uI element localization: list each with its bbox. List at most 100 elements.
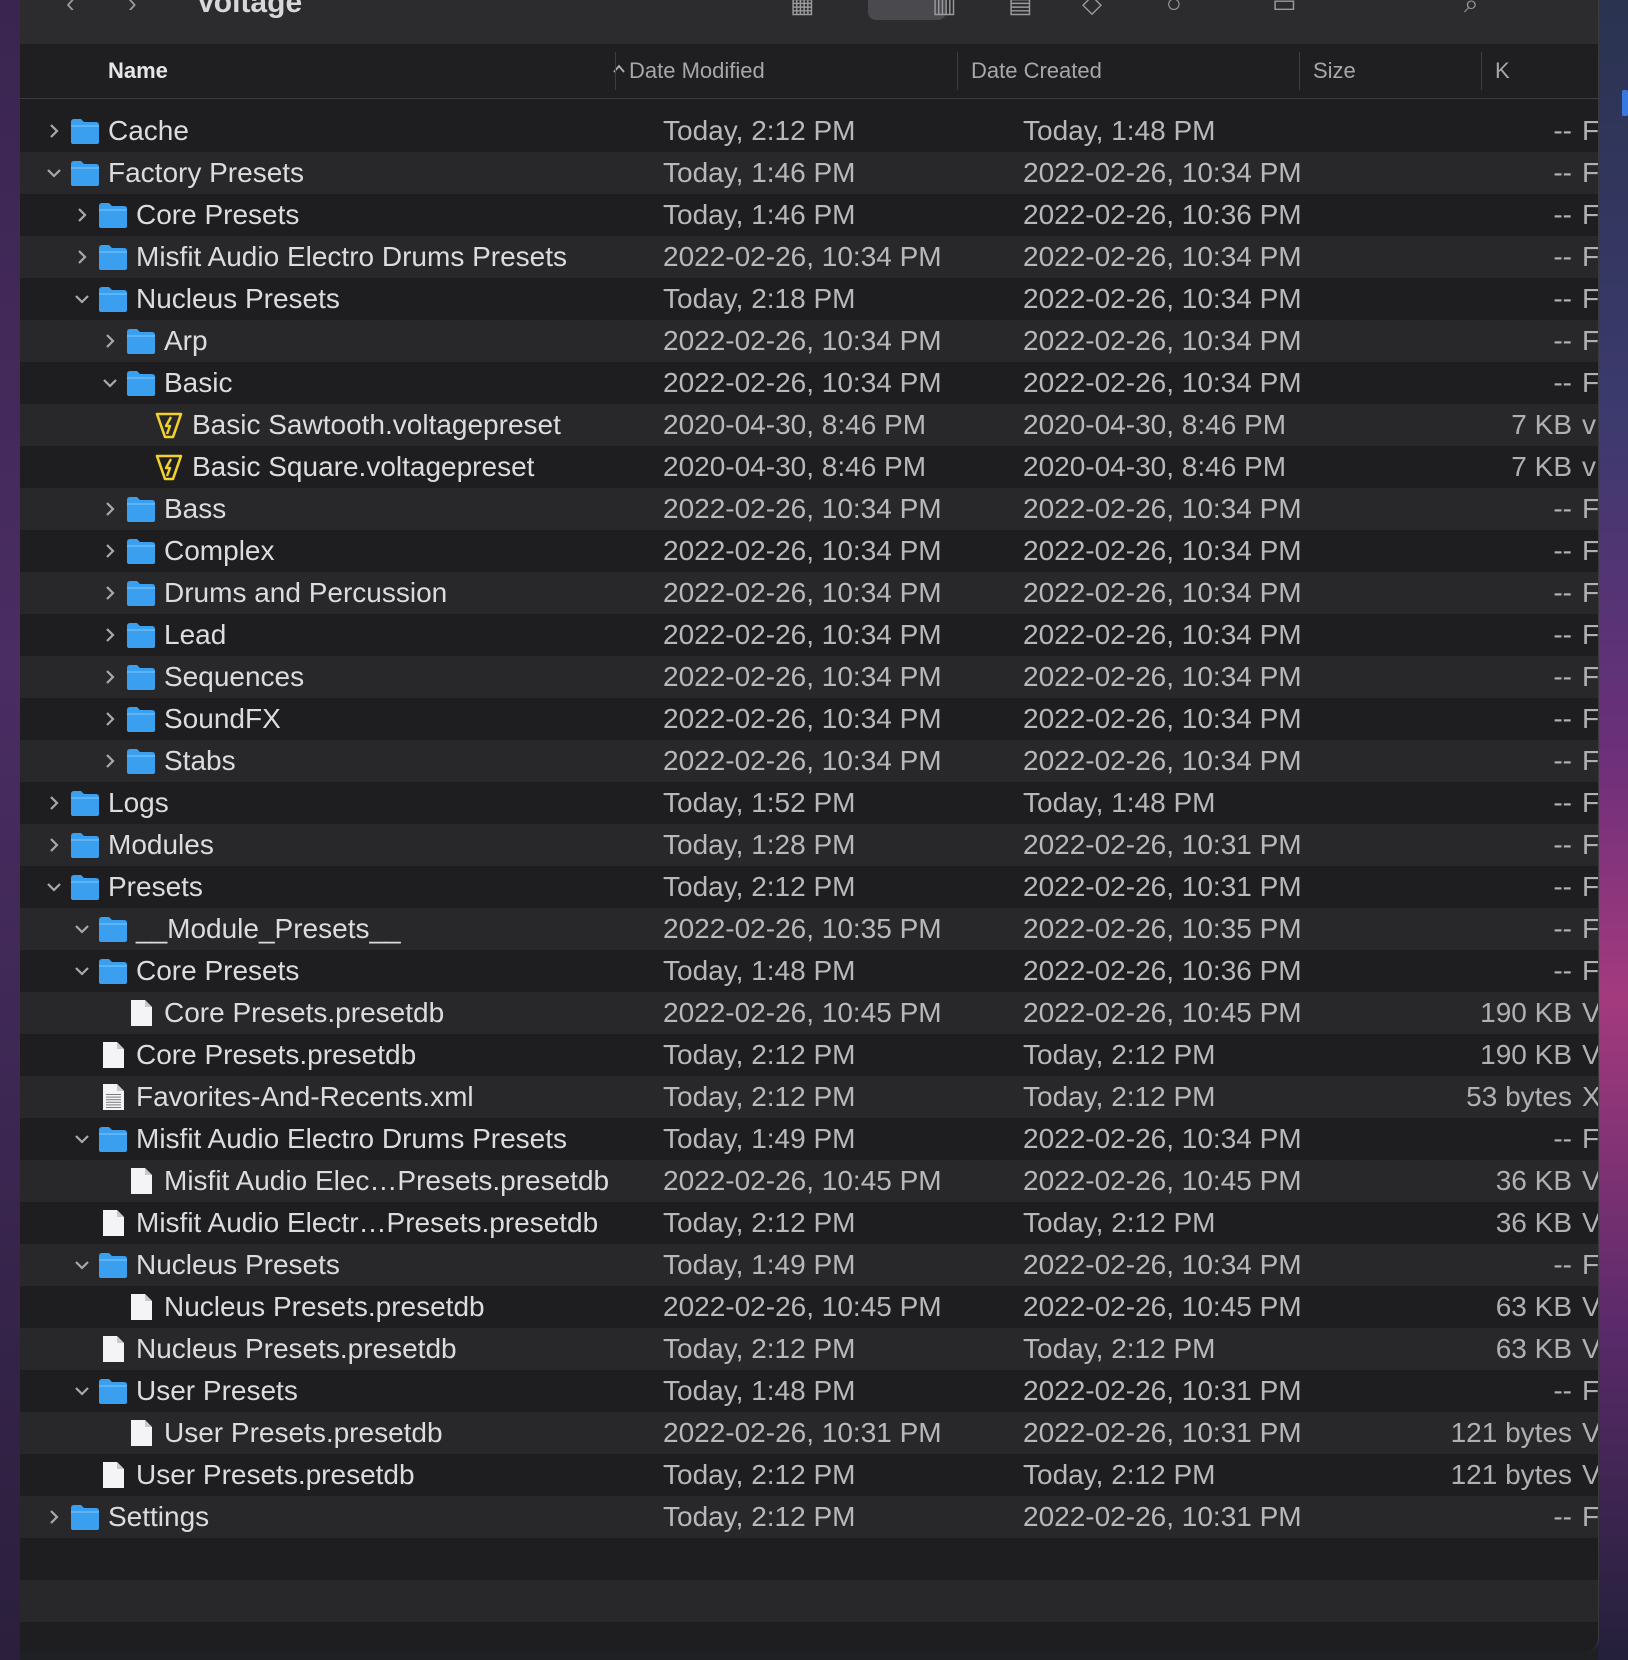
item-kind: F — [1582, 661, 1598, 692]
list-item[interactable]: Misfit Audio Elec…Presets.presetdb 2022-0… — [20, 1160, 1598, 1202]
date-modified: Today, 2:18 PM — [663, 283, 856, 314]
item-kind: F — [1582, 1501, 1598, 1532]
share-icon[interactable]: ○ — [1166, 0, 1182, 19]
column-header-size[interactable]: Size — [1313, 44, 1356, 98]
list-item[interactable]: Complex 2022-02-26, 10:34 PM 2022-02-26, 1… — [20, 530, 1598, 572]
item-kind: V — [1582, 1328, 1598, 1370]
list-item[interactable]: Nucleus Presets.presetdb 2022-02-26, 10:4… — [20, 1286, 1598, 1328]
chevron-right-icon[interactable] — [74, 206, 90, 224]
list-item[interactable]: Stabs 2022-02-26, 10:34 PM 2022-02-26, 10:… — [20, 740, 1598, 782]
chevron-down-icon[interactable] — [74, 290, 90, 308]
column-view-icon[interactable]: ▥ — [932, 0, 957, 19]
item-kind: V — [1582, 1412, 1598, 1454]
chevron-down-icon[interactable] — [74, 1382, 90, 1400]
list-item[interactable]: Misfit Audio Electr…Presets.presetdb Toda… — [20, 1202, 1598, 1244]
chevron-right-icon[interactable] — [46, 836, 62, 854]
folder-icon — [71, 161, 99, 186]
column-header-date-created[interactable]: Date Created — [971, 44, 1102, 98]
list-item[interactable]: Factory Presets Today, 1:46 PM 2022-02-26,… — [20, 152, 1598, 194]
list-item[interactable]: Logs Today, 1:52 PM Today, 1:48 PM -- F — [20, 782, 1598, 824]
list-item[interactable]: Drums and Percussion 2022-02-26, 10:34 PM… — [20, 572, 1598, 614]
list-item[interactable]: User Presets.presetdb Today, 2:12 PM Today… — [20, 1454, 1598, 1496]
column-divider[interactable] — [1481, 52, 1482, 90]
chevron-down-icon[interactable] — [74, 962, 90, 980]
gallery-view-icon[interactable]: ▤ — [1008, 0, 1033, 19]
item-kind: V — [1582, 1034, 1598, 1076]
date-modified: 2022-02-26, 10:45 PM — [663, 1291, 942, 1322]
list-item[interactable]: Core Presets Today, 1:48 PM 2022-02-26, 10… — [20, 950, 1598, 992]
date-created: 2022-02-26, 10:31 PM — [1023, 1375, 1302, 1406]
chevron-down-icon[interactable] — [74, 920, 90, 938]
list-item[interactable]: Core Presets.presetdb 2022-02-26, 10:45 P… — [20, 992, 1598, 1034]
chevron-right-icon[interactable] — [74, 248, 90, 266]
action-menu-icon[interactable]: ▭ — [1272, 0, 1297, 19]
item-size: -- — [1553, 871, 1572, 902]
list-item[interactable]: Misfit Audio Electro Drums Presets Today,… — [20, 1118, 1598, 1160]
item-size: -- — [1553, 1123, 1572, 1154]
list-item[interactable]: Nucleus Presets Today, 1:49 PM 2022-02-26,… — [20, 1244, 1598, 1286]
date-created: 2022-02-26, 10:31 PM — [1023, 1417, 1302, 1448]
column-divider[interactable] — [1299, 52, 1300, 90]
chevron-down-icon[interactable] — [46, 878, 62, 896]
list-item[interactable]: User Presets.presetdb 2022-02-26, 10:31 P… — [20, 1412, 1598, 1454]
item-name: User Presets — [136, 1375, 298, 1406]
desktop-background-right — [1598, 0, 1628, 1660]
tag-icon[interactable]: ◇ — [1082, 0, 1102, 19]
chevron-right-icon[interactable] — [46, 794, 62, 812]
column-header-name[interactable]: Name — [108, 44, 168, 98]
list-item[interactable]: Bass 2022-02-26, 10:34 PM 2022-02-26, 10:3… — [20, 488, 1598, 530]
column-header-kind[interactable]: K — [1495, 44, 1510, 98]
chevron-right-icon[interactable] — [102, 584, 118, 602]
chevron-down-icon[interactable] — [74, 1256, 90, 1274]
forward-button[interactable]: › — [128, 0, 137, 19]
chevron-right-icon[interactable] — [102, 752, 118, 770]
back-button[interactable]: ‹ — [66, 0, 75, 19]
chevron-right-icon[interactable] — [46, 122, 62, 140]
item-kind: X — [1582, 1076, 1598, 1118]
list-item[interactable]: Sequences 2022-02-26, 10:34 PM 2022-02-26,… — [20, 656, 1598, 698]
list-item[interactable]: Arp 2022-02-26, 10:34 PM 2022-02-26, 10:34… — [20, 320, 1598, 362]
column-divider[interactable] — [615, 52, 616, 90]
chevron-right-icon[interactable] — [102, 332, 118, 350]
list-item[interactable]: Favorites-And-Recents.xml Today, 2:12 PM T… — [20, 1076, 1598, 1118]
list-item[interactable]: Modules Today, 1:28 PM 2022-02-26, 10:31 P… — [20, 824, 1598, 866]
list-item[interactable]: Misfit Audio Electro Drums Presets 2022-0… — [20, 236, 1598, 278]
icon-view-icon[interactable]: ▦ — [790, 0, 815, 19]
column-divider[interactable] — [957, 52, 958, 90]
list-item[interactable]: Cache Today, 2:12 PM Today, 1:48 PM -- F — [20, 110, 1598, 152]
chevron-right-icon[interactable] — [102, 668, 118, 686]
search-icon[interactable]: ⌕ — [1464, 0, 1479, 20]
list-item[interactable]: Basic Square.voltagepreset 2020-04-30, 8:… — [20, 446, 1598, 488]
chevron-right-icon[interactable] — [102, 542, 118, 560]
list-item[interactable]: User Presets Today, 1:48 PM 2022-02-26, 10… — [20, 1370, 1598, 1412]
item-name: Sequences — [164, 661, 305, 692]
list-item[interactable]: Settings Today, 2:12 PM 2022-02-26, 10:31 … — [20, 1496, 1598, 1538]
chevron-right-icon[interactable] — [46, 1508, 62, 1526]
folder-icon — [127, 581, 155, 606]
list-item[interactable]: Basic 2022-02-26, 10:34 PM 2022-02-26, 10:… — [20, 362, 1598, 404]
list-item[interactable]: SoundFX 2022-02-26, 10:34 PM 2022-02-26, 1… — [20, 698, 1598, 740]
list-item[interactable]: Lead 2022-02-26, 10:34 PM 2022-02-26, 10:3… — [20, 614, 1598, 656]
chevron-right-icon[interactable] — [102, 710, 118, 728]
date-created: Today, 1:48 PM — [1023, 115, 1216, 146]
date-modified: Today, 2:12 PM — [663, 871, 856, 902]
list-item[interactable]: Nucleus Presets Today, 2:18 PM 2022-02-26,… — [20, 278, 1598, 320]
list-item[interactable]: Nucleus Presets.presetdb Today, 2:12 PM To… — [20, 1328, 1598, 1370]
empty-row — [20, 1538, 1598, 1580]
item-kind: V — [1582, 1202, 1598, 1244]
chevron-down-icon[interactable] — [46, 164, 62, 182]
chevron-right-icon[interactable] — [102, 500, 118, 518]
list-item[interactable]: Presets Today, 2:12 PM 2022-02-26, 10:31 P… — [20, 866, 1598, 908]
chevron-right-icon[interactable] — [102, 626, 118, 644]
list-item[interactable]: __Module_Presets__ 2022-02-26, 10:35 PM 20… — [20, 908, 1598, 950]
list-item[interactable]: Basic Sawtooth.voltagepreset 2020-04-30, … — [20, 404, 1598, 446]
chevron-down-icon[interactable] — [74, 1130, 90, 1148]
item-size: -- — [1553, 577, 1572, 608]
item-name: Complex — [164, 535, 275, 566]
list-item[interactable]: Core Presets.presetdb Today, 2:12 PM Today… — [20, 1034, 1598, 1076]
item-kind: F — [1582, 787, 1598, 818]
column-header-date-modified[interactable]: Date Modified — [629, 44, 765, 98]
chevron-down-icon[interactable] — [102, 374, 118, 392]
list-item[interactable]: Core Presets Today, 1:46 PM 2022-02-26, 10… — [20, 194, 1598, 236]
document-icon — [103, 1210, 124, 1236]
